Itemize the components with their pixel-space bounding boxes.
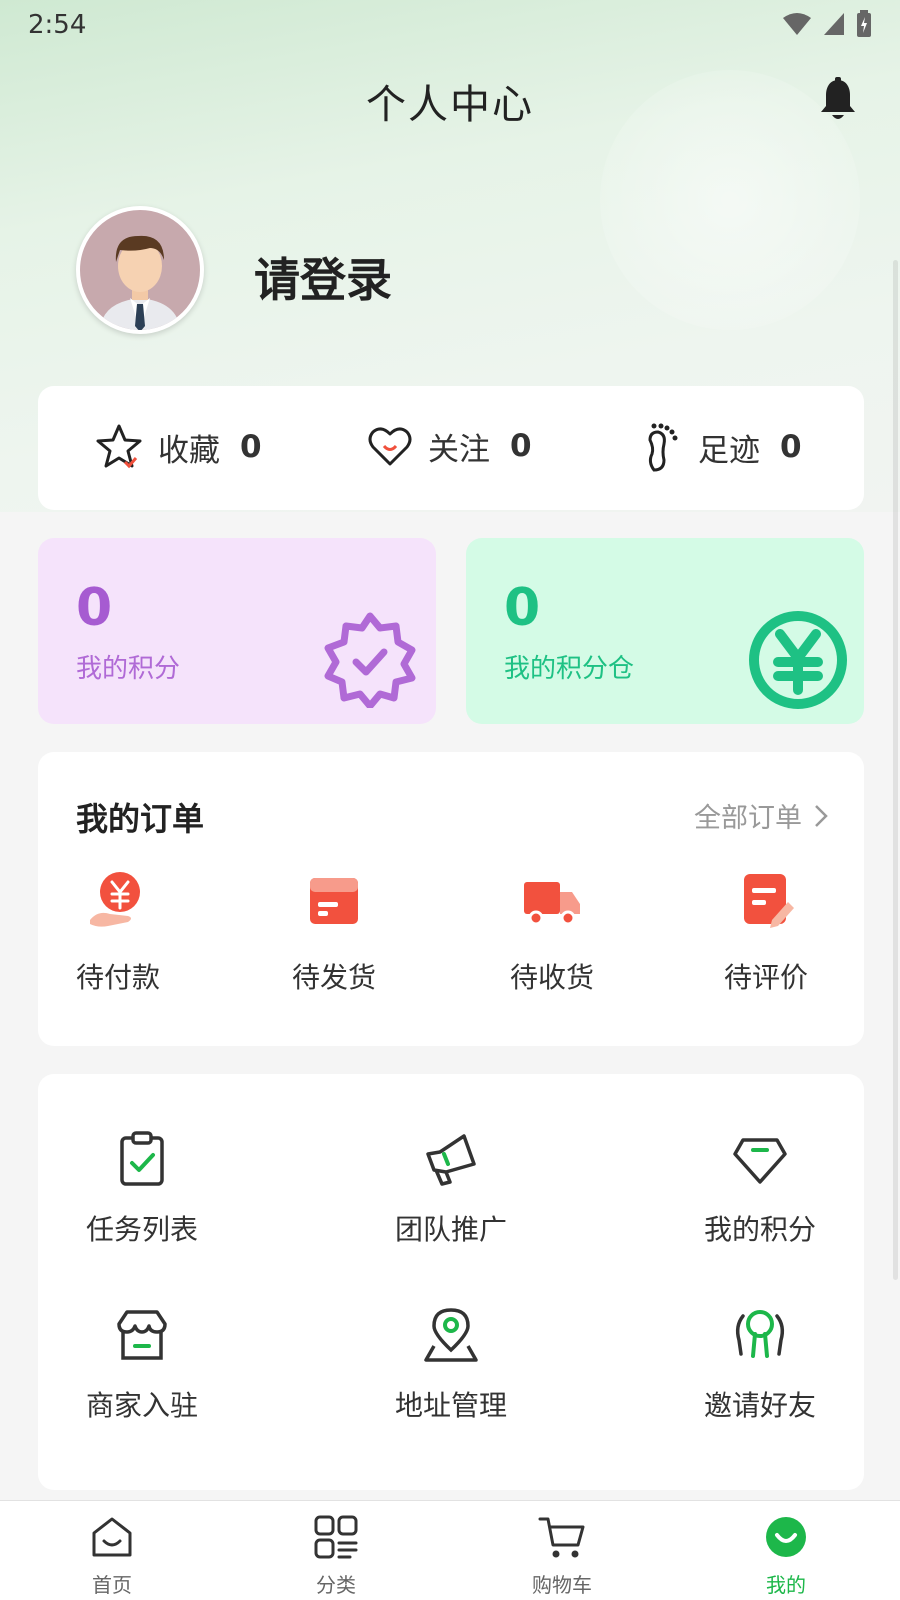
order-label: 待收货 [509, 961, 594, 994]
home-icon [92, 1517, 132, 1557]
menu-label: 商家入驻 [85, 1389, 198, 1422]
points-value: 0 [76, 578, 113, 638]
status-icons [782, 10, 872, 38]
menu-address-management[interactable]: 地址管理 [361, 1306, 541, 1424]
wifi-icon [783, 13, 811, 35]
stat-label: 收藏 [158, 432, 220, 469]
stat-footprints[interactable]: 足迹 0 [640, 422, 802, 472]
stat-count: 0 [780, 429, 802, 465]
stat-favorites[interactable]: 收藏 0 [94, 422, 262, 472]
order-pending-payment[interactable]: 待付款 [58, 870, 178, 996]
bell-icon[interactable] [816, 76, 860, 124]
services-card: 任务列表 团队推广 我的积分 商家入驻 地址管理 邀请好友 [38, 1074, 864, 1490]
scrollbar[interactable] [893, 260, 898, 1280]
diamond-icon [733, 1138, 787, 1184]
clipboard-check-icon [120, 1131, 164, 1186]
badge-check-icon [324, 612, 416, 708]
location-pin-icon [424, 1308, 478, 1362]
menu-label: 任务列表 [85, 1213, 198, 1246]
orders-title: 我的订单 [76, 800, 205, 838]
avatar[interactable] [76, 206, 204, 334]
tab-home[interactable]: 首页 [52, 1513, 172, 1598]
order-label: 待付款 [75, 961, 160, 994]
payment-icon [90, 872, 140, 927]
truck-icon [524, 882, 580, 926]
order-pending-shipment[interactable]: 待发货 [274, 870, 394, 996]
stat-label: 关注 [428, 431, 490, 468]
cart-icon [538, 1517, 585, 1558]
points-label: 我的积分 [76, 654, 181, 684]
stat-count: 0 [240, 429, 262, 465]
all-orders-link[interactable]: 全部订单 [694, 796, 828, 835]
heart-icon [368, 427, 412, 466]
all-orders-label: 全部订单 [694, 803, 802, 834]
avatar-image [100, 235, 180, 330]
invite-friends-icon [735, 1310, 785, 1358]
stat-count: 0 [510, 428, 532, 464]
box-icon [310, 878, 358, 924]
signal-icon [824, 13, 844, 35]
menu-label: 邀请好友 [703, 1389, 816, 1422]
profile-icon [766, 1517, 806, 1557]
battery-icon [857, 10, 871, 37]
tab-category[interactable]: 分类 [276, 1513, 396, 1598]
page-title: 个人中心 [366, 82, 534, 128]
stat-label: 足迹 [698, 432, 760, 469]
tab-cart[interactable]: 购物车 [502, 1513, 622, 1598]
order-pending-receipt[interactable]: 待收货 [492, 870, 612, 996]
stats-card: 收藏 0 关注 0 足迹 0 [38, 386, 864, 510]
status-time: 2:54 [28, 10, 87, 40]
order-pending-review[interactable]: 待评价 [706, 870, 826, 996]
footprint-icon [648, 423, 678, 472]
menu-my-points[interactable]: 我的积分 [670, 1130, 850, 1248]
category-icon [314, 1515, 358, 1559]
order-label: 待发货 [291, 961, 376, 994]
yen-coin-icon [749, 611, 847, 709]
stat-following[interactable]: 关注 0 [366, 422, 532, 470]
store-icon [117, 1310, 167, 1360]
menu-label: 地址管理 [394, 1389, 507, 1422]
menu-task-list[interactable]: 任务列表 [52, 1130, 232, 1248]
menu-team-promotion[interactable]: 团队推广 [361, 1130, 541, 1248]
tab-label: 首页 [92, 1573, 132, 1597]
megaphone-icon [426, 1134, 476, 1186]
menu-invite-friends[interactable]: 邀请好友 [670, 1306, 850, 1424]
menu-label: 团队推广 [394, 1213, 507, 1246]
status-bar: 2:54 [0, 0, 900, 50]
orders-card: 我的订单 全部订单 待付款 待发货 待收货 待评价 [38, 752, 864, 1046]
my-points-card[interactable]: 0 我的积分 [38, 538, 436, 724]
points-warehouse-card[interactable]: 0 我的积分仓 [466, 538, 864, 724]
bottom-tab-bar: 首页 分类 购物车 我的 [0, 1500, 900, 1600]
order-label: 待评价 [723, 961, 808, 994]
points-label: 我的积分仓 [504, 654, 635, 684]
login-prompt[interactable]: 请登录 [254, 244, 392, 310]
review-icon [744, 874, 794, 928]
chevron-right-icon [815, 804, 828, 827]
tab-profile[interactable]: 我的 [726, 1513, 846, 1598]
tab-label: 分类 [316, 1573, 356, 1597]
tab-label: 我的 [766, 1573, 806, 1597]
menu-merchant-entry[interactable]: 商家入驻 [52, 1306, 232, 1424]
tab-label: 购物车 [532, 1573, 592, 1597]
star-icon [96, 424, 142, 469]
menu-label: 我的积分 [703, 1213, 816, 1246]
points-value: 0 [504, 578, 541, 638]
